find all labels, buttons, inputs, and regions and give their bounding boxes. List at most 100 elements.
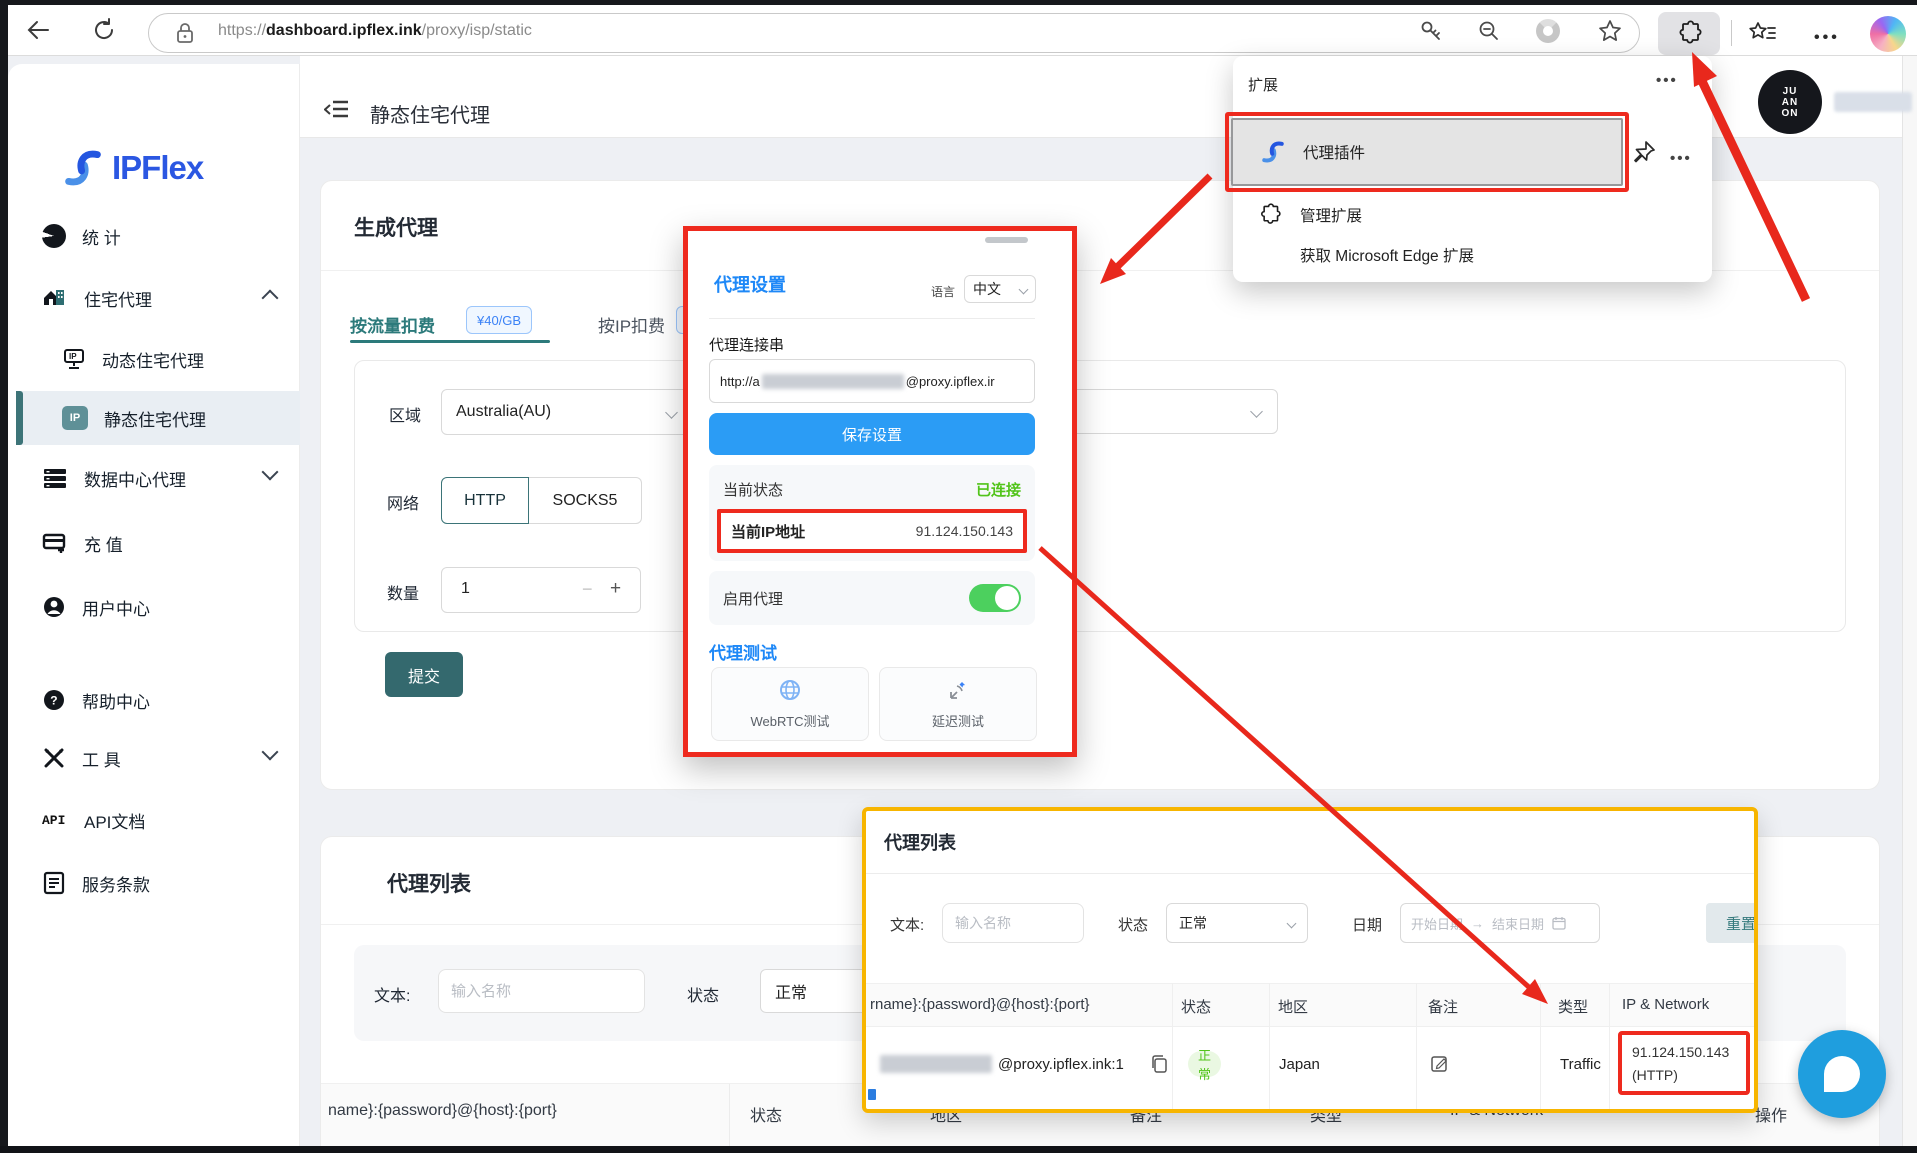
api-icon: API	[42, 813, 68, 828]
back-icon[interactable]	[24, 16, 52, 44]
favorite-star-icon[interactable]	[1596, 17, 1624, 45]
popup-proxy-list-title: 代理列表	[884, 829, 956, 855]
home-icon	[42, 286, 68, 310]
network-socks5-button[interactable]: SOCKS5	[529, 477, 642, 524]
extensions-puzzle-icon	[1257, 202, 1282, 227]
calendar-icon	[1552, 916, 1566, 930]
column-header-status: 状态	[750, 1102, 782, 1126]
proxy-list-popup: 代理列表 文本: 状态 正常 日期 开始日期 → 结束日期 重置 rname}:…	[862, 807, 1758, 1113]
lock-icon[interactable]	[174, 21, 196, 45]
text-filter-input[interactable]	[438, 969, 645, 1013]
chevron-down-icon	[1250, 405, 1263, 418]
minus-button[interactable]: −	[582, 579, 593, 600]
status-filter-label: 状态	[687, 982, 719, 1006]
brand-logo[interactable]: IPFlex	[60, 142, 203, 194]
refresh-icon[interactable]	[90, 16, 118, 44]
current-status-label: 当前状态	[723, 479, 783, 500]
ip-protocol: (HTTP)	[1632, 1064, 1736, 1087]
popup-text-input[interactable]	[942, 903, 1084, 943]
ip-badge-icon: IP	[62, 406, 88, 430]
sidebar-item-datacenter-proxy[interactable]: 数据中心代理	[42, 460, 288, 496]
network-label: 网络	[387, 490, 419, 514]
popup-date-range[interactable]: 开始日期 → 结束日期	[1400, 903, 1600, 943]
clipped-link-fragment	[868, 1089, 876, 1100]
sidebar-item-user-center[interactable]: 用户中心	[42, 589, 288, 625]
chat-bubble-icon	[1824, 1056, 1860, 1092]
proxy-test-title: 代理测试	[709, 639, 777, 664]
traffic-price-badge: ¥40/GB	[466, 306, 532, 334]
language-label: 语言	[931, 283, 955, 300]
extensions-menu-ellipsis-icon[interactable]: •••	[1656, 72, 1678, 89]
popup-status-select[interactable]: 正常	[1166, 903, 1308, 943]
sidebar-item-stats[interactable]: 统 计	[42, 218, 288, 254]
plus-button[interactable]: +	[610, 578, 621, 600]
page-scrollbar[interactable]	[1902, 56, 1917, 1146]
extensions-puzzle-icon	[1675, 19, 1703, 47]
sidebar-item-static-residential[interactable]: IP 静态住宅代理	[62, 400, 288, 436]
collections-icon[interactable]	[1748, 18, 1778, 48]
save-settings-button[interactable]: 保存设置	[709, 413, 1035, 455]
proxy-host-text: @proxy.ipflex.ink:1	[998, 1056, 1124, 1073]
popup-col-ip-network: IP & Network	[1622, 996, 1709, 1013]
globe-icon	[778, 678, 802, 702]
screen: https://dashboard.ipflex.ink/proxy/isp/s…	[0, 0, 1917, 1153]
pin-icon[interactable]	[1632, 140, 1656, 166]
latency-icon	[946, 678, 970, 702]
latency-test-button[interactable]: 延迟测试	[879, 667, 1037, 741]
proxy-list-title: 代理列表	[387, 868, 471, 898]
tab-by-traffic[interactable]: 按流量扣费	[350, 312, 435, 337]
network-http-button[interactable]: HTTP	[441, 477, 529, 524]
enable-proxy-toggle[interactable]	[969, 584, 1021, 612]
sidebar-item-residential-proxy[interactable]: 住宅代理	[42, 280, 288, 316]
svg-text:IP: IP	[69, 352, 77, 361]
brand-name: IPFlex	[112, 149, 203, 187]
pie-chart-icon	[42, 224, 66, 248]
sidebar-item-terms[interactable]: 服务条款	[42, 865, 288, 901]
edit-icon[interactable]	[1430, 1054, 1450, 1074]
copy-icon[interactable]	[1150, 1054, 1168, 1074]
tab-by-ip[interactable]: 按IP扣费	[598, 312, 665, 337]
url-text[interactable]: https://dashboard.ipflex.ink/proxy/isp/s…	[218, 22, 532, 40]
quantity-stepper[interactable]: 1 − +	[441, 567, 641, 613]
chevron-down-icon	[665, 406, 678, 419]
sidebar-active-bar	[16, 391, 23, 445]
sidebar-item-recharge[interactable]: 充 值	[42, 525, 288, 561]
browser-menu-ellipsis-icon[interactable]: •••	[1814, 29, 1840, 47]
ip-value: 91.124.150.143	[1632, 1041, 1736, 1064]
proxy-plugin-ellipsis-icon[interactable]: •••	[1670, 150, 1692, 167]
generate-proxy-title: 生成代理	[354, 212, 438, 242]
menu-item-proxy-plugin[interactable]: 代理插件	[1231, 118, 1623, 186]
browser-essentials-icon[interactable]	[1536, 19, 1560, 43]
divider	[709, 318, 1035, 319]
column-header-actions: 操作	[1755, 1102, 1787, 1126]
webrtc-test-button[interactable]: WebRTC测试	[711, 667, 869, 741]
copilot-icon[interactable]	[1870, 16, 1906, 52]
popup-col-type: 类型	[1558, 996, 1588, 1017]
region-select[interactable]: Australia(AU)	[441, 389, 691, 435]
quantity-value: 1	[461, 580, 470, 598]
sidebar-item-tools[interactable]: 工 具	[42, 740, 288, 776]
submit-button[interactable]: 提交	[385, 652, 463, 697]
menu-item-manage-extensions[interactable]: 管理扩展	[1257, 202, 1362, 227]
popup-reset-button[interactable]: 重置	[1706, 903, 1758, 943]
current-ip-label: 当前IP地址	[731, 521, 805, 542]
zoom-out-icon[interactable]	[1476, 18, 1502, 44]
page-title: 静态住宅代理	[370, 99, 490, 128]
text-filter-label: 文本:	[374, 982, 410, 1006]
popup-col-proxy: rname}:{password}@{host}:{port}	[870, 996, 1090, 1013]
collapse-sidebar-icon[interactable]	[324, 98, 350, 122]
sidebar-item-api-docs[interactable]: API API文档	[42, 802, 288, 838]
connection-string-input[interactable]: http://a @proxy.ipflex.ir	[709, 359, 1035, 403]
toolbar-divider	[1731, 20, 1732, 46]
blurred-credentials	[762, 374, 904, 389]
monitor-ip-icon: IP	[62, 347, 86, 371]
sidebar-item-help-center[interactable]: ? 帮助中心	[42, 682, 288, 718]
chat-launcher-button[interactable]	[1798, 1030, 1886, 1118]
proxy-settings-popup: 代理设置 语言 中文 代理连接串 http://a @proxy.ipflex.…	[683, 226, 1077, 757]
menu-item-get-extensions[interactable]: 获取 Microsoft Edge 扩展	[1300, 244, 1474, 266]
key-icon[interactable]	[1418, 18, 1444, 44]
language-select[interactable]: 中文	[964, 275, 1036, 303]
avatar[interactable]: JU AN ON	[1758, 70, 1822, 134]
scrollbar-thumb[interactable]	[985, 237, 1028, 243]
sidebar-item-dynamic-residential[interactable]: IP 动态住宅代理	[62, 341, 288, 377]
